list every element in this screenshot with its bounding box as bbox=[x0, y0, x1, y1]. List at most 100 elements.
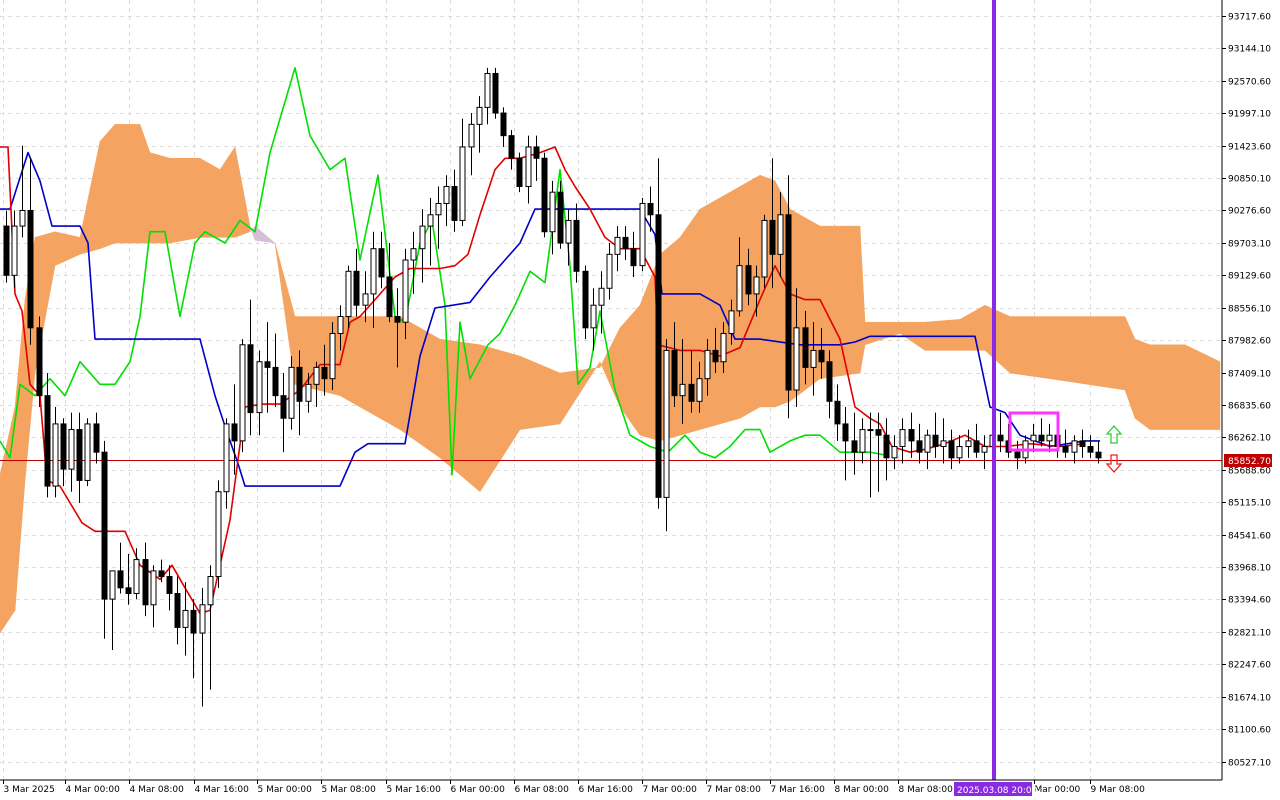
candle-body-bull bbox=[337, 316, 344, 334]
candle bbox=[247, 299, 254, 436]
candle bbox=[150, 565, 157, 628]
candle-body-bull bbox=[704, 349, 711, 380]
candle-body-bear bbox=[875, 429, 882, 436]
kumo-bullish-segment bbox=[99, 123, 116, 250]
candle-body-bull bbox=[239, 344, 246, 442]
candle bbox=[378, 231, 385, 289]
candle bbox=[891, 435, 898, 470]
price-tick-label: 91423.60 bbox=[1228, 143, 1271, 153]
candle bbox=[1046, 423, 1053, 453]
candle-body-bull bbox=[891, 446, 898, 459]
kumo-bullish-segment bbox=[199, 157, 221, 238]
candle bbox=[443, 175, 450, 227]
time-tick-label: 6 Mar 16:00 bbox=[579, 785, 634, 795]
candle-body-bull bbox=[761, 219, 768, 278]
candle bbox=[313, 361, 320, 407]
time-tick-label: 8 Mar 00:00 bbox=[835, 785, 890, 795]
candle bbox=[606, 243, 613, 300]
kumo-bullish-segment bbox=[54, 231, 81, 267]
candle bbox=[492, 67, 499, 119]
kumo-bullish-segment bbox=[1134, 338, 1151, 431]
candle-body-bull bbox=[899, 429, 906, 448]
candle-body-bear bbox=[386, 276, 393, 318]
candle-body-bear bbox=[247, 344, 254, 414]
candle bbox=[867, 412, 874, 498]
candle-body-bear bbox=[785, 214, 792, 391]
kumo-bearish-segment bbox=[254, 225, 276, 244]
candle-body-bull bbox=[549, 191, 556, 233]
candle bbox=[851, 412, 858, 475]
candle-body-bear bbox=[883, 434, 890, 459]
candle bbox=[76, 412, 83, 504]
kumo-bullish-segment bbox=[149, 152, 171, 244]
time-tick-label: 5 Mar 16:00 bbox=[387, 785, 442, 795]
candle bbox=[973, 423, 980, 458]
candle-body-bear bbox=[60, 423, 67, 470]
candle bbox=[525, 135, 532, 204]
kumo-bullish-segment bbox=[1149, 344, 1186, 430]
price-tick-label: 81674.10 bbox=[1228, 694, 1271, 704]
price-tick-label: 87982.60 bbox=[1228, 337, 1271, 347]
candle bbox=[435, 186, 442, 249]
candle-body-bear bbox=[582, 270, 589, 329]
candle-body-bull bbox=[443, 186, 450, 204]
time-tick-label: 4 Mar 00:00 bbox=[66, 785, 121, 795]
kumo-bullish-segment bbox=[114, 124, 141, 244]
kumo-bullish-segment bbox=[519, 355, 561, 430]
price-tick-label: 86262.10 bbox=[1228, 434, 1271, 444]
candle bbox=[280, 373, 287, 453]
candle bbox=[948, 429, 955, 470]
axis-highlight-labels: 85852.70 2025.03.08 20:00 bbox=[954, 454, 1272, 796]
candle-body-bear bbox=[378, 248, 385, 278]
candle-body-bear bbox=[451, 186, 458, 221]
candle bbox=[1071, 435, 1078, 464]
candle-body-bear bbox=[1095, 451, 1102, 459]
kumo-bullish-segment bbox=[479, 344, 521, 493]
candle bbox=[190, 599, 197, 679]
candle-body-bear bbox=[1079, 440, 1086, 448]
candle-body-bear bbox=[622, 236, 629, 250]
candle-body-bull bbox=[728, 310, 735, 334]
candle-body-bear bbox=[533, 146, 540, 159]
price-tick-label: 81100.60 bbox=[1228, 726, 1271, 736]
candle-body-bull bbox=[965, 440, 972, 448]
candle-body-bull bbox=[11, 225, 18, 276]
kumo-bullish-segment bbox=[984, 304, 1011, 374]
candle bbox=[288, 356, 295, 430]
price-chart[interactable]: 93717.60 93144.10 92570.60 91997.10 91423.60… bbox=[0, 0, 1280, 800]
candle-body-bull bbox=[679, 383, 686, 397]
candle bbox=[215, 480, 222, 588]
candle-body-bear bbox=[712, 349, 719, 363]
price-tick-label: 91997.10 bbox=[1228, 110, 1271, 120]
candle bbox=[761, 214, 768, 289]
candle-body-bull bbox=[1030, 434, 1037, 442]
candle-body-bear bbox=[688, 383, 695, 402]
candle-body-bull bbox=[590, 304, 597, 329]
candle-body-bull bbox=[313, 366, 320, 385]
price-tick-label: 89703.10 bbox=[1228, 240, 1271, 250]
kumo-bullish-segment bbox=[959, 304, 986, 351]
kumo-bullish-segment bbox=[439, 338, 481, 493]
candle-body-bull bbox=[565, 219, 572, 244]
candle bbox=[117, 542, 124, 594]
candle-body-bear bbox=[158, 570, 165, 578]
candle bbox=[516, 152, 523, 193]
price-tick-label: 80527.10 bbox=[1228, 759, 1271, 769]
candle-body-bear bbox=[655, 214, 662, 498]
candle bbox=[19, 145, 26, 238]
candle bbox=[36, 316, 43, 407]
candle-body-bull bbox=[362, 293, 369, 306]
kumo-bullish-segment bbox=[139, 124, 151, 244]
candle-body-bull bbox=[207, 576, 214, 606]
candle-body-bear bbox=[541, 157, 548, 233]
candle-body-bear bbox=[573, 219, 580, 272]
candle-body-bear bbox=[851, 440, 858, 453]
candle-body-bear bbox=[557, 191, 564, 244]
candle bbox=[834, 384, 841, 441]
axes bbox=[0, 0, 1223, 781]
candle-body-bear bbox=[117, 570, 124, 589]
candle-body-bear bbox=[1014, 451, 1021, 459]
candle-body-bull bbox=[288, 366, 295, 419]
candle-body-bear bbox=[802, 327, 809, 368]
candle bbox=[541, 152, 548, 238]
